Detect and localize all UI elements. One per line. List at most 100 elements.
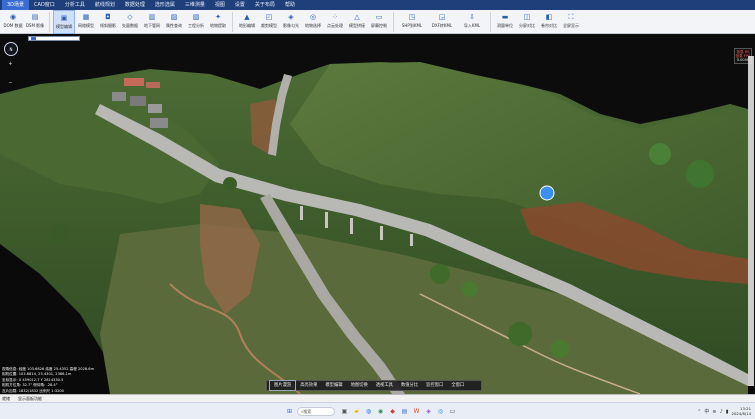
menu-help[interactable]: 帮助 [280,0,300,10]
extract-icon: ✦ [215,13,221,21]
menu-select[interactable]: 选形选属 [150,0,180,10]
mesh-icon: ▦ [82,13,90,21]
chevron-up-icon[interactable]: ⌃ [697,409,701,415]
location-marker[interactable] [539,185,555,201]
import-kml-button[interactable]: ⇩ 导入KML [457,10,487,34]
globe-icon: ◉ [9,13,17,21]
terrain-edit-button[interactable]: ▲ 地形编辑 [236,10,258,34]
status-middle: 显示面板功能 [18,395,42,401]
vector-button[interactable]: ◇ 矢量数据 [119,10,141,34]
taskbar: ⊞ ⌕ 搜索 ▣ ▰ ◍ ◉ ◆ ▤ W ◈ ◎ ▭ ⌃ 中 ≋ ♪ ▮ 13:… [0,402,755,419]
right-scrollbar[interactable] [748,56,754,386]
tool-map-switch[interactable]: 地图切换 [347,381,372,390]
split-compare-button[interactable]: ◫ 分屏对比 [516,10,538,34]
menu-data[interactable]: 数据处理 [120,0,150,10]
ribbon-toolbar: ◉ DOM 数据 ▤ DSM 影像 ▣ 模型编辑 ▦ 网络模型 ◘ 倾斜摄影 ◇ 矢量数据 … [0,10,755,34]
windows-start-icon[interactable]: ⊞ [285,407,294,416]
select-icon: ◎ [309,13,317,21]
volume-icon[interactable]: ♪ [720,409,723,415]
swipe-compare-button[interactable]: ◧ 卷帘对比 [538,10,560,34]
terrain-scene [0,34,755,394]
pipe-icon: ▥ [148,13,156,21]
3d-viewport[interactable] [0,34,755,394]
query-button[interactable]: ▨ 属性查询 [163,10,185,34]
merge-icon: △ [354,13,360,21]
swipe-icon: ◧ [545,13,553,21]
tool-monitor[interactable]: 监控窗口 [422,381,447,390]
dsm-button[interactable]: ▤ DSM 影像 [24,10,46,34]
tool-value-ratio[interactable]: 数值分比 [397,381,422,390]
time-slider-knob[interactable] [31,37,36,40]
tool-perspective[interactable]: 透视工具 [372,381,397,390]
shp-to-kml-button[interactable]: ◳ SHP到KML [397,10,427,34]
word-icon[interactable]: ▤ [400,407,409,416]
language-indicator[interactable]: 中 [704,408,709,415]
oblique-button[interactable]: ◘ 倾斜摄影 [97,10,119,34]
clock[interactable]: 13:21 2024/8/14 [732,406,751,416]
engineering-button[interactable]: ▧ 工程分析 [185,10,207,34]
tool-highlight[interactable]: 高亮效果 [296,381,321,390]
menu-cad[interactable]: CAD窗口 [29,0,60,10]
browser-icon[interactable]: ◍ [364,407,373,416]
model-merge-button[interactable]: △ 模型拼接 [346,10,368,34]
battery-icon[interactable]: ▮ [726,409,729,415]
menu-view[interactable]: 视图 [210,0,230,10]
fullscreen-button[interactable]: ⛶ 全屏显示 [560,10,582,34]
import-icon: ⇩ [469,13,475,21]
menu-route[interactable]: 航线规划 [90,0,120,10]
dxf-icon: ◲ [438,13,446,21]
menu-analysis[interactable]: 分析工具 [60,0,90,10]
measure-unit-button[interactable]: ▬ 测量单位 [494,10,516,34]
coordinate-info: 视角信息: 经度 103.6826 纬度 25.4352 高程 2028.6m … [2,367,152,394]
menu-bar: 3D场景 CAD窗口 分析工具 航线规划 数据处理 选形选属 三维测量 视图 设… [0,0,755,10]
menu-3d-scene[interactable]: 3D场景 [2,0,30,10]
layers-icon: ▤ [31,13,39,21]
screen-control-button[interactable]: ▭ 屏幕控制 [368,10,390,34]
dom-button[interactable]: ◉ DOM 数据 [2,10,24,34]
time-slider[interactable] [28,36,80,41]
gis-app-icon[interactable]: ◎ [436,407,445,416]
pipe-button[interactable]: ▥ 地下管网 [141,10,163,34]
points-icon: ⁘ [332,13,338,21]
split-icon: ◫ [523,13,531,21]
shp-icon: ◳ [408,13,416,21]
chart-icon: ▧ [192,13,200,21]
dxf-to-kml-button[interactable]: ◲ DXF转KML [427,10,457,34]
chat-icon[interactable]: ◉ [376,407,385,416]
menu-settings[interactable]: 设置 [230,0,250,10]
zoom-out-button[interactable]: − [8,81,12,86]
gallery-icon[interactable]: ◈ [424,407,433,416]
image-dodge-button[interactable]: ◈ 影像匀光 [280,10,302,34]
system-tray: ⌃ 中 ≋ ♪ ▮ 13:21 2024/8/14 [676,405,754,418]
tool-model-edit[interactable]: 模型编辑 [321,381,346,390]
wps-icon[interactable]: W [412,407,421,416]
camera-icon: ◘ [105,13,111,21]
status-left: 就绪 [2,395,10,401]
fullscreen-icon: ⛶ [568,13,574,21]
status-bar: 就绪 显示面板功能 [0,394,755,402]
compass-control[interactable]: N [4,42,18,56]
zoom-control: + − [8,62,13,86]
object-select-button[interactable]: ◎ 地物选择 [302,10,324,34]
wifi-icon[interactable]: ≋ [712,409,716,415]
app-icon[interactable]: ◆ [388,407,397,416]
point-cloud-button[interactable]: ⁘ 点云处理 [324,10,346,34]
zoom-in-button[interactable]: + [8,62,12,67]
task-view-icon[interactable]: ▣ [340,407,349,416]
menu-measure[interactable]: 三维测量 [180,0,210,10]
file-explorer-icon[interactable]: ▰ [352,407,361,416]
menu-layout[interactable]: 关于布局 [250,0,280,10]
terrain-icon: ▲ [244,13,250,21]
model-edit-button[interactable]: ▣ 模型编辑 [53,10,75,34]
tool-full-window[interactable]: 全窗口 [447,381,468,390]
mesh-model-button[interactable]: ▦ 网络模型 [75,10,97,34]
terminal-icon[interactable]: ▭ [448,407,457,416]
tool-photo-roam[interactable]: 图片漫游 [269,380,297,391]
clip-model-button[interactable]: ◰ 裁剪模型 [258,10,280,34]
query-icon: ▨ [170,13,178,21]
taskbar-search[interactable]: ⌕ 搜索 [297,407,335,416]
ruler-icon: ▬ [501,13,509,21]
clip-icon: ◰ [265,13,273,21]
image-icon: ◈ [288,13,294,21]
extract-button[interactable]: ✦ 地物提取 [207,10,229,34]
